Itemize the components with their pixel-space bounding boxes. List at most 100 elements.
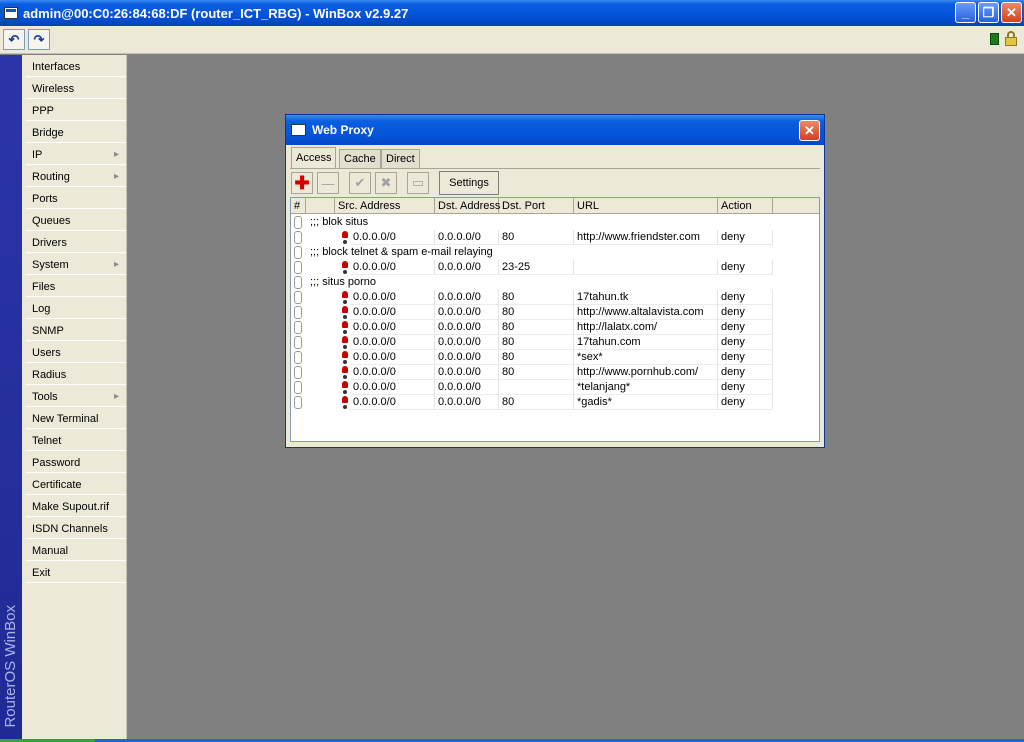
menu-item-exit[interactable]: Exit [26,563,126,583]
row-drag-handle-icon[interactable] [294,276,302,289]
deny-rule-icon [341,351,349,364]
undo-button[interactable]: ↶ [3,29,25,50]
table-row[interactable]: 0.0.0.0/0 0.0.0.0/0 *telanjang* deny [291,380,819,395]
cell-dst-port: 80 [499,305,574,320]
redo-icon: ↷ [33,31,45,47]
menu-item-make-supout-rif[interactable]: Make Supout.rif [26,497,126,517]
table-row[interactable]: 0.0.0.0/0 0.0.0.0/0 80 http://www.altalavis… [291,305,819,320]
x-icon: ✖ [380,175,392,190]
table-row[interactable]: 0.0.0.0/0 0.0.0.0/0 80 http://www.pornhub.c… [291,365,819,380]
menu-item-isdn-channels[interactable]: ISDN Channels [26,519,126,539]
table-comment-row[interactable]: ;;; block telnet & spam e-mail relaying [291,245,819,260]
column-header-dst-address[interactable]: Dst. Address [435,198,500,214]
add-button[interactable]: ✚ [291,172,313,194]
settings-button[interactable]: Settings [439,171,499,195]
cell-action: deny [718,335,773,350]
web-proxy-close-button[interactable]: ✕ [799,120,820,141]
enable-button[interactable]: ✔ [349,172,371,194]
tab-access[interactable]: Access [291,147,337,169]
web-proxy-window: Web Proxy ✕ Access Cache Direct ✚ — ✔ ✖ … [285,114,825,448]
cell-dst-port: 80 [499,290,574,305]
table-row[interactable]: 0.0.0.0/0 0.0.0.0/0 80 http://lalatx.com/de… [291,320,819,335]
menu-item-certificate[interactable]: Certificate [26,475,126,495]
table-row[interactable]: 0.0.0.0/0 0.0.0.0/0 23-25 deny [291,260,819,275]
menu-item-ports[interactable]: Ports [26,189,126,209]
menu-item-password[interactable]: Password [26,453,126,473]
column-header-flags[interactable] [306,198,335,214]
menu-item-queues[interactable]: Queues [26,211,126,231]
menu-item-log[interactable]: Log [26,299,126,319]
cell-action: deny [718,380,773,395]
cell-action: deny [718,305,773,320]
remove-button[interactable]: — [317,172,339,194]
row-drag-handle-icon[interactable] [294,261,302,274]
menu-item-tools[interactable]: Tools ▸ [26,387,126,407]
table-row[interactable]: 0.0.0.0/0 0.0.0.0/0 80 17tahun.tk deny [291,290,819,305]
redo-button[interactable]: ↷ [28,29,50,50]
row-drag-handle-icon[interactable] [294,351,302,364]
cell-action: deny [718,395,773,410]
submenu-arrow-icon: ▸ [113,391,119,402]
table-comment-row[interactable]: ;;; situs porno [291,275,819,290]
table-row[interactable]: 0.0.0.0/0 0.0.0.0/0 80 *sex* deny [291,350,819,365]
cell-url: 17tahun.com [574,335,718,350]
cell-dst-address: 0.0.0.0/0 [435,395,499,410]
menu-item-ip[interactable]: IP ▸ [26,145,126,165]
column-header-action[interactable]: Action [718,198,773,214]
table-row[interactable]: 0.0.0.0/0 0.0.0.0/0 80 http://www.friendste… [291,230,819,245]
row-drag-handle-icon[interactable] [294,321,302,334]
menu-item-users[interactable]: Users [26,343,126,363]
comment-button[interactable]: ▭ [407,172,429,194]
menu-item-ppp[interactable]: PPP [26,101,126,121]
table-row[interactable]: 0.0.0.0/0 0.0.0.0/0 80 17tahun.com deny [291,335,819,350]
menu-item-files[interactable]: Files [26,277,126,297]
row-drag-handle-icon[interactable] [294,231,302,244]
menu-item-new-terminal[interactable]: New Terminal [26,409,126,429]
cell-dst-address: 0.0.0.0/0 [435,335,499,350]
table-comment-row[interactable]: ;;; blok situs [291,215,819,230]
menu-item-system[interactable]: System ▸ [26,255,126,275]
web-proxy-title-bar[interactable]: Web Proxy ✕ [286,115,824,145]
menu-item-snmp[interactable]: SNMP [26,321,126,341]
maximize-button[interactable]: ❐ [978,2,999,23]
row-drag-handle-icon[interactable] [294,306,302,319]
cell-url: http://www.altalavista.com [574,305,718,320]
menu-item-label: IP [32,149,43,161]
menu-item-interfaces[interactable]: Interfaces [26,57,126,77]
tab-direct[interactable]: Direct [381,149,420,168]
menu-item-label: Files [32,281,56,293]
cell-dst-port: 80 [499,365,574,380]
menu-item-telnet[interactable]: Telnet [26,431,126,451]
minimize-button[interactable]: _ [955,2,976,23]
close-button[interactable]: ✕ [1001,2,1022,23]
cell-action: deny [718,320,773,335]
menu-item-drivers[interactable]: Drivers [26,233,126,253]
cell-dst-port: 80 [499,350,574,365]
tab-cache[interactable]: Cache [339,149,381,168]
row-drag-handle-icon[interactable] [294,246,302,259]
row-drag-handle-icon[interactable] [294,381,302,394]
column-header-src-address[interactable]: Src. Address [335,198,435,214]
access-rules-table: # Src. Address Dst. Address Dst. Port UR… [290,197,820,442]
column-header-url[interactable]: URL [574,198,718,214]
row-drag-handle-icon[interactable] [294,366,302,379]
menu-item-wireless[interactable]: Wireless [26,79,126,99]
sidebar-brand-text: RouterOS WinBox [2,605,19,728]
cell-url: 17tahun.tk [574,290,718,305]
row-drag-handle-icon[interactable] [294,291,302,304]
row-drag-handle-icon[interactable] [294,216,302,229]
menu-item-routing[interactable]: Routing ▸ [26,167,126,187]
submenu-arrow-icon: ▸ [113,149,119,160]
disable-button[interactable]: ✖ [375,172,397,194]
row-drag-handle-icon[interactable] [294,336,302,349]
column-header-dst-port[interactable]: Dst. Port [499,198,574,214]
table-row[interactable]: 0.0.0.0/0 0.0.0.0/0 80 *gadis* deny [291,395,819,410]
cell-src-address: 0.0.0.0/0 [350,320,435,335]
menu-item-bridge[interactable]: Bridge [26,123,126,143]
row-drag-handle-icon[interactable] [294,396,302,409]
column-header-number[interactable]: # [291,198,306,214]
menu-item-label: Ports [32,193,58,205]
menu-item-radius[interactable]: Radius [26,365,126,385]
main-menu: Interfaces Wireless PPP Bridge IP ▸ Routing ▸ Po… [22,55,127,742]
menu-item-manual[interactable]: Manual [26,541,126,561]
